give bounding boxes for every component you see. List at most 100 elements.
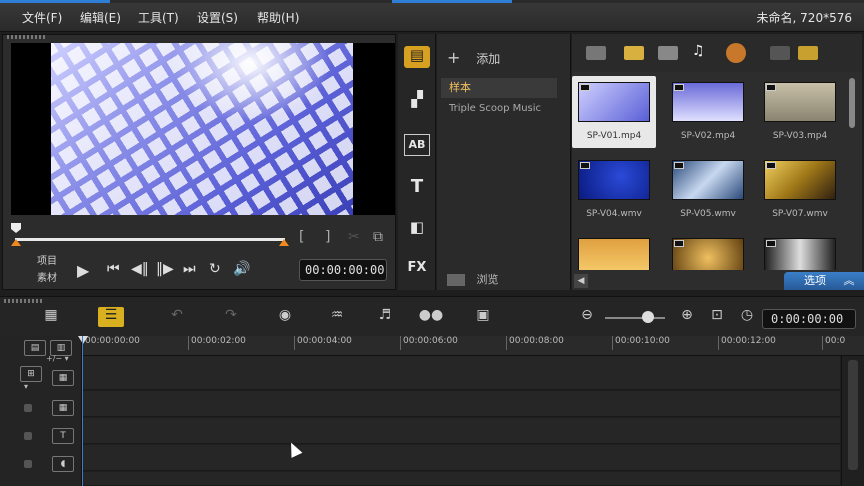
mark-in-button[interactable]: [ bbox=[299, 229, 304, 245]
menu-edit[interactable]: 编辑(E) bbox=[80, 9, 121, 26]
project-info: 未命名, 720*576 bbox=[756, 11, 852, 25]
thumbnail-item[interactable]: SP-V02.mp4 bbox=[666, 76, 750, 148]
play-icon[interactable]: ▶ bbox=[77, 261, 89, 280]
thumbnail-item[interactable] bbox=[572, 232, 656, 270]
sort-icon[interactable] bbox=[726, 43, 746, 63]
library-thumbnail-area: ♫ SP-V01.mp4 SP-V02.mp4 SP-V03.mp4 SP-V0… bbox=[572, 34, 862, 290]
title-track-icon: T bbox=[52, 428, 74, 444]
clock-icon[interactable]: ◷ bbox=[734, 307, 760, 327]
instant-project-icon[interactable]: ▞ bbox=[404, 90, 430, 112]
thumbnail-item[interactable] bbox=[666, 232, 750, 270]
show-photo-icon[interactable] bbox=[658, 46, 678, 60]
timeline-scroll-thumb[interactable] bbox=[848, 360, 858, 470]
menu-tools[interactable]: 工具(T) bbox=[138, 9, 179, 26]
thumbnail-item[interactable]: SP-V01.mp4 bbox=[572, 76, 656, 148]
trim-marker-out[interactable] bbox=[279, 239, 289, 246]
record-capture-icon[interactable]: ◉ bbox=[272, 307, 298, 327]
library-folder-sample[interactable]: 样本 bbox=[441, 78, 557, 98]
split-clip-icon[interactable]: ✂ bbox=[348, 229, 360, 245]
menu-help[interactable]: 帮助(H) bbox=[257, 9, 299, 26]
sound-mixer-icon[interactable]: ♒ bbox=[324, 307, 350, 327]
timeline-scrollbar[interactable] bbox=[841, 356, 863, 486]
thumbnail-item[interactable]: SP-V03.mp4 bbox=[758, 76, 842, 148]
subtitle-editor-icon[interactable]: ▣ bbox=[470, 307, 496, 327]
thumbnail-scrollbar[interactable] bbox=[849, 78, 855, 128]
thumbnail-item[interactable]: SP-V05.wmv bbox=[666, 154, 750, 226]
timeline-view-icon[interactable]: ☰ bbox=[98, 307, 124, 327]
add-remove-track-icon[interactable]: +/− ▾ bbox=[46, 354, 69, 363]
show-video-icon[interactable] bbox=[624, 46, 644, 60]
menu-file[interactable]: 文件(F) bbox=[22, 9, 62, 26]
thumbnail-label: SP-V02.mp4 bbox=[680, 131, 736, 141]
title-track-row[interactable] bbox=[82, 418, 840, 444]
voice-track-row[interactable] bbox=[82, 445, 840, 471]
fit-project-icon[interactable]: ⊡ bbox=[704, 307, 730, 327]
options-button[interactable]: 选项 ︽ bbox=[784, 272, 864, 290]
thumbnail-view-icon[interactable] bbox=[798, 46, 818, 60]
storyboard-view-icon[interactable]: ▦ bbox=[38, 307, 64, 327]
ripple-edit-icon[interactable]: ⊞ bbox=[20, 366, 42, 382]
music-track-row[interactable] bbox=[82, 472, 840, 486]
video-glow bbox=[171, 43, 331, 123]
preview-timecode[interactable]: 00:00:00:00 bbox=[299, 259, 387, 281]
lock-icon[interactable] bbox=[24, 432, 32, 440]
transition-icon[interactable]: AB bbox=[404, 134, 430, 156]
timeline-timecode[interactable]: 0:00:00:00 bbox=[762, 309, 856, 329]
panel-grip[interactable] bbox=[4, 299, 44, 303]
zoom-slider-handle[interactable] bbox=[642, 311, 654, 323]
next-frame-icon[interactable]: ‖▶ bbox=[156, 261, 174, 277]
library-folder-triple-scoop[interactable]: Triple Scoop Music bbox=[449, 103, 541, 114]
repeat-icon[interactable]: ↻ bbox=[209, 261, 221, 277]
video-track-row[interactable] bbox=[82, 356, 840, 390]
zoom-slider-track[interactable] bbox=[605, 317, 665, 319]
zoom-in-icon[interactable]: ⊕ bbox=[674, 307, 700, 327]
list-view-icon[interactable] bbox=[770, 46, 790, 60]
show-audio-icon[interactable]: ♫ bbox=[692, 43, 712, 59]
ruler-tick: 00:00:02:00 bbox=[188, 336, 246, 350]
enlarge-preview-icon[interactable]: ⧉ bbox=[373, 229, 383, 245]
filter-fx-icon[interactable]: FX bbox=[404, 260, 430, 282]
undo-icon[interactable]: ↶ bbox=[164, 307, 190, 327]
lock-icon[interactable] bbox=[24, 404, 32, 412]
mark-out-button[interactable]: ] bbox=[325, 229, 330, 245]
thumbnail-item[interactable] bbox=[758, 232, 842, 270]
add-folder-button[interactable]: + 添加 bbox=[447, 48, 500, 67]
dropdown-icon[interactable]: ▾ bbox=[24, 382, 28, 391]
volume-icon[interactable]: 🔊 bbox=[233, 261, 250, 277]
prev-frame-icon[interactable]: ◀‖ bbox=[131, 261, 149, 277]
media-library-icon[interactable]: ▤ bbox=[404, 46, 430, 68]
thumbnail-item[interactable]: SP-V07.wmv bbox=[758, 154, 842, 226]
scrubber-handle[interactable] bbox=[11, 223, 21, 233]
home-icon[interactable]: ⏮ bbox=[107, 261, 120, 277]
zoom-out-icon[interactable]: ⊖ bbox=[574, 307, 600, 327]
graphic-icon[interactable]: ◧ bbox=[404, 218, 430, 240]
folder-icon[interactable] bbox=[586, 46, 606, 60]
library-folder-list: + 添加 样本 Triple Scoop Music 浏览 bbox=[437, 34, 571, 290]
library-tool-column: ▤ ▞ AB T ◧ FX bbox=[398, 34, 436, 290]
thumbnail-item[interactable]: SP-V04.wmv bbox=[572, 154, 656, 226]
track-headers: ▤ ▥ +/− ▾ ⊞ ▾ ▦ ▦ T ◖ bbox=[0, 336, 82, 486]
track-manager-icon[interactable]: ▤ bbox=[24, 340, 46, 356]
browse-button[interactable]: 浏览 bbox=[447, 271, 499, 287]
motion-tracking-icon[interactable]: ●● bbox=[418, 307, 444, 327]
lock-icon[interactable] bbox=[24, 460, 32, 468]
mode-project[interactable]: 项目 bbox=[37, 253, 57, 270]
panel-grip[interactable] bbox=[7, 35, 47, 39]
scroll-left-icon[interactable]: ◀ bbox=[574, 274, 588, 288]
timeline-ruler[interactable]: 00:00:00:00 00:00:02:00 00:00:04:00 00:0… bbox=[82, 336, 864, 356]
scrubber-track[interactable] bbox=[15, 238, 285, 241]
preview-screen bbox=[11, 43, 395, 215]
title-icon[interactable]: T bbox=[404, 176, 430, 198]
accent-segment bbox=[0, 0, 110, 3]
mode-clip[interactable]: 素材 bbox=[37, 270, 57, 287]
auto-music-icon[interactable]: ♬ bbox=[372, 307, 398, 327]
chevron-up-icon: ︽ bbox=[843, 274, 855, 287]
redo-icon[interactable]: ↷ bbox=[218, 307, 244, 327]
menu-settings[interactable]: 设置(S) bbox=[197, 9, 238, 26]
end-icon[interactable]: ⏭ bbox=[183, 261, 196, 277]
overlay-track-row[interactable] bbox=[82, 391, 840, 417]
trim-marker-in[interactable] bbox=[11, 239, 21, 246]
add-folder-label: 添加 bbox=[476, 52, 501, 66]
preview-video-frame bbox=[51, 43, 353, 215]
playhead-marker[interactable] bbox=[78, 336, 88, 344]
